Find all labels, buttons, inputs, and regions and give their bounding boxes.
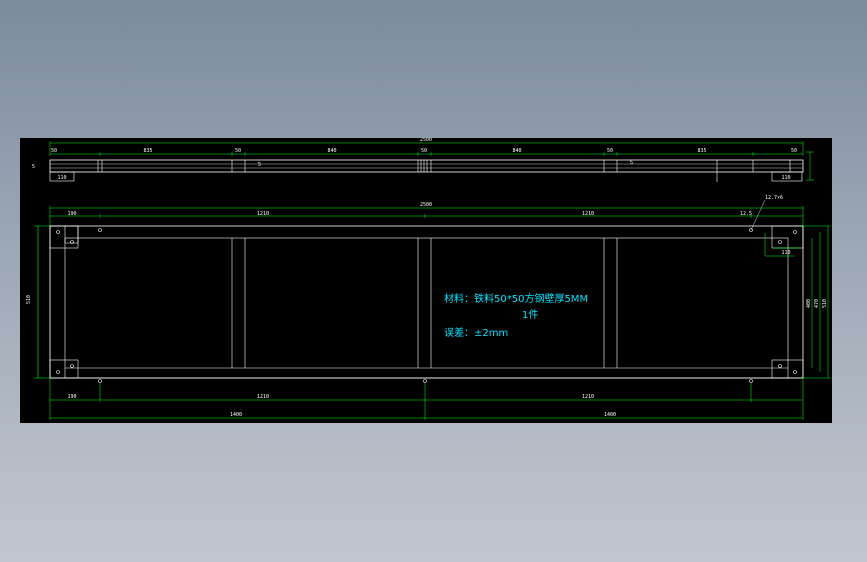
top-small-dim-left: 5 (32, 164, 35, 170)
front-view: 2500 190 1210 1210 12.5 12.7×6 510 400 4… (26, 195, 830, 420)
top-overall-dim: 2500 (420, 138, 432, 143)
top-seg-5: 50 (421, 148, 427, 154)
top-seg-4: 840 (327, 148, 336, 154)
right-dim-1: 400 (806, 299, 812, 308)
quantity-note: 1件 (522, 310, 539, 321)
front-top-dim-3: 1210 (582, 211, 594, 217)
front-half-dim-right: 1400 (604, 412, 616, 418)
top-seg-2: 835 (143, 148, 152, 154)
top-seg-1: 50 (51, 148, 57, 154)
top-end-dim-left: 110 (57, 175, 66, 181)
top-cross-members (97, 160, 791, 182)
top-seg-8: 835 (697, 148, 706, 154)
top-seg-3: 50 (235, 148, 241, 154)
front-top-dim-4: 12.5 (740, 211, 752, 217)
front-height-dim: 510 (26, 295, 32, 304)
front-bottom-dim-1: 190 (67, 394, 76, 400)
front-overall-dim: 2500 (420, 202, 432, 208)
bolt-holes (56, 228, 797, 383)
front-end-dim: 110 (781, 250, 790, 256)
front-top-dim-2: 1210 (257, 211, 269, 217)
front-top-ticks (49, 206, 804, 383)
top-seg-7: 50 (607, 148, 613, 154)
top-view: 2500 50 835 50 840 50 840 50 835 50 110 … (32, 138, 814, 182)
material-note: 材料：铁料50*50方钢壁厚5MM (444, 294, 589, 305)
cad-drawing-viewport: 2500 50 835 50 840 50 840 50 835 50 110 … (20, 138, 832, 423)
front-bottom-dim-3: 1210 (582, 394, 594, 400)
top-end-dim-right: 110 (781, 175, 790, 181)
corner-plates (49, 225, 804, 379)
front-bottom-dim-2: 1210 (257, 394, 269, 400)
hole-callout: 12.7×6 (765, 195, 783, 201)
technical-drawing: 2500 50 835 50 840 50 840 50 835 50 110 … (26, 138, 830, 420)
front-half-dim-left: 1400 (230, 412, 242, 418)
right-dim-2: 470 (814, 299, 820, 308)
tolerance-note: 误差：±2mm (444, 328, 509, 339)
top-seg-9: 50 (791, 148, 797, 154)
front-top-dim-1: 190 (67, 211, 76, 217)
top-seg-6: 840 (512, 148, 521, 154)
top-small-dim-mid: 5 (258, 162, 261, 168)
top-small-dim-right: 5 (630, 160, 633, 166)
right-dim-3: 510 (822, 299, 828, 308)
right-stack-dims (764, 225, 830, 379)
